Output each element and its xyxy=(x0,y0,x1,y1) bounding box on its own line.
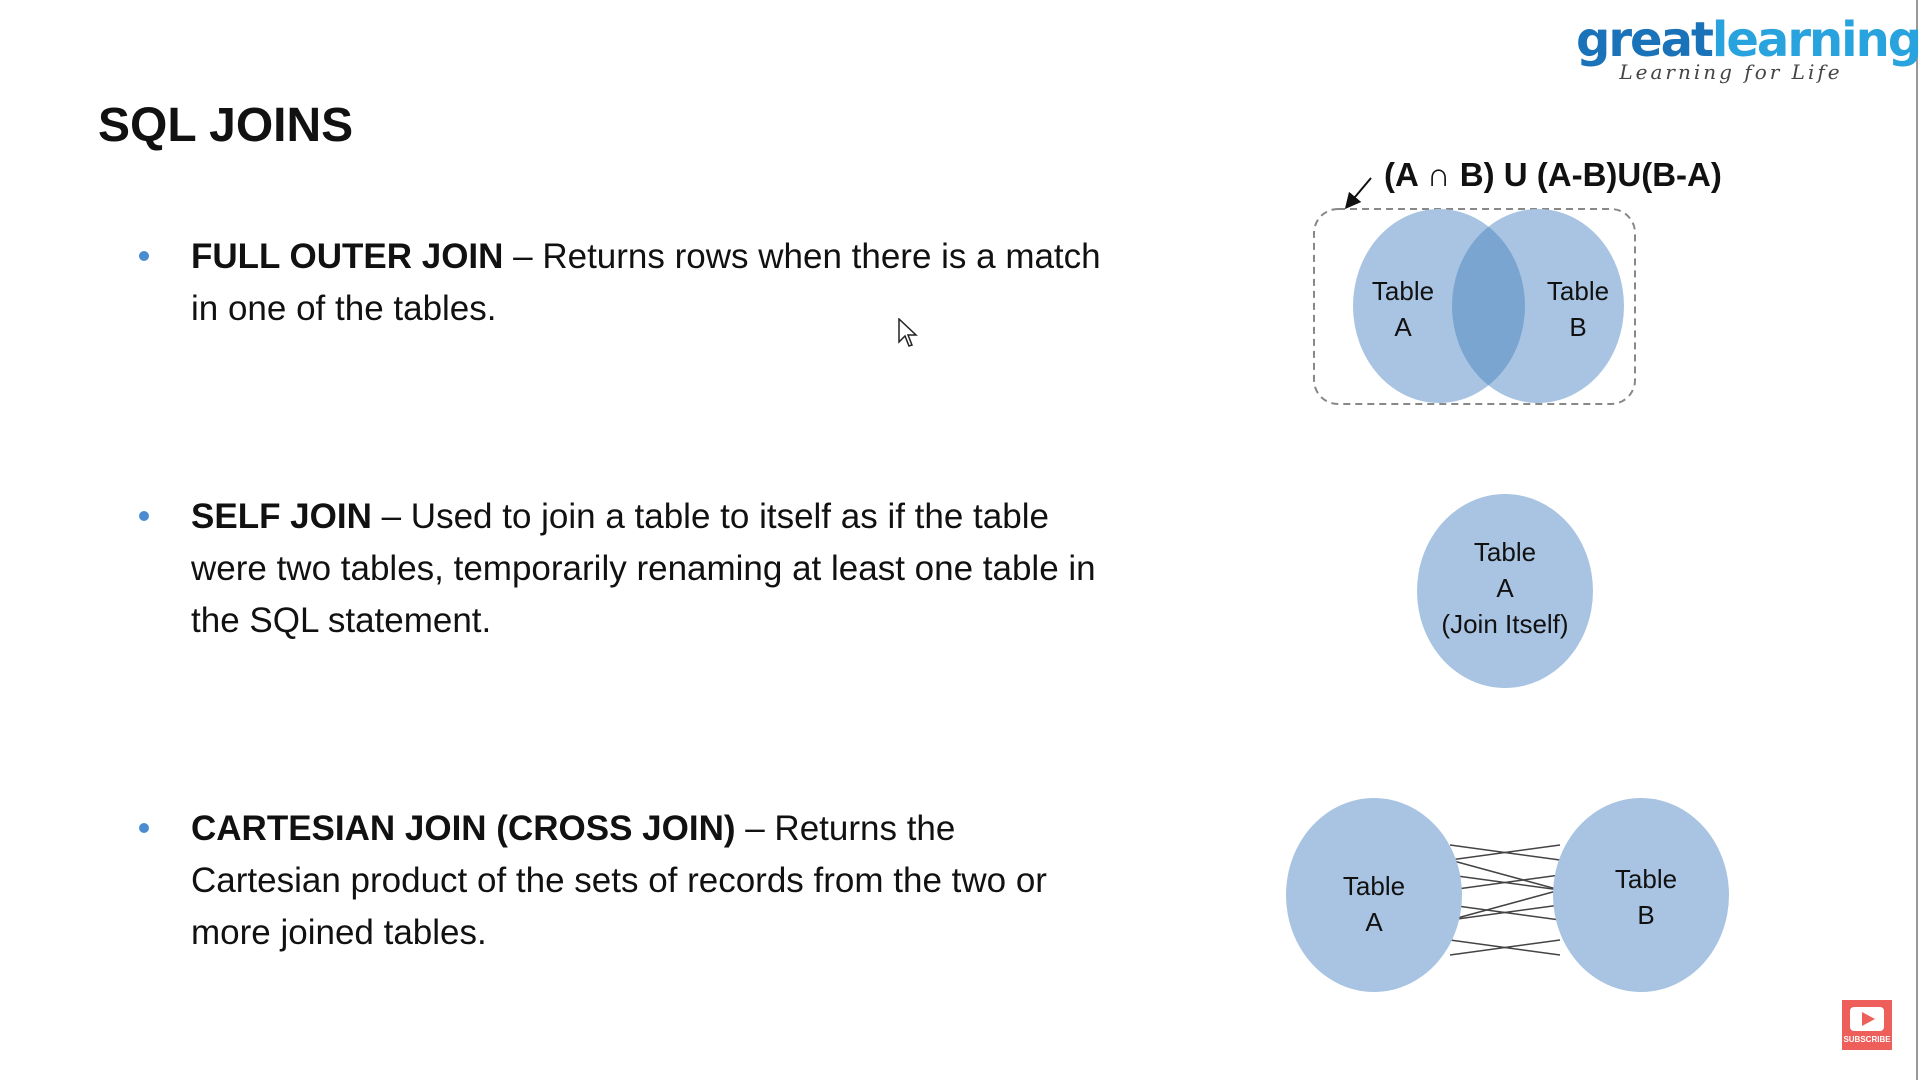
play-icon xyxy=(1850,1007,1884,1031)
subscribe-label: SUBSCRIBE xyxy=(1843,1035,1891,1044)
venn-a-label: A xyxy=(1394,312,1412,342)
cartesian-a-label: Table xyxy=(1343,871,1405,901)
venn-a-label: Table xyxy=(1372,276,1434,306)
self-join-label: A xyxy=(1496,573,1514,603)
venn-b-label: Table xyxy=(1547,276,1609,306)
cartesian-b-label: Table xyxy=(1615,864,1677,894)
formula-arrow xyxy=(1344,177,1372,210)
subscribe-button[interactable]: SUBSCRIBE xyxy=(1842,1000,1892,1050)
self-join-label: (Join Itself) xyxy=(1441,609,1568,639)
mouse-cursor-icon xyxy=(898,317,918,353)
cartesian-b-label: B xyxy=(1637,900,1654,930)
cartesian-lines xyxy=(1449,844,1561,956)
cartesian-table-b xyxy=(1553,798,1729,992)
venn-b-label: B xyxy=(1569,312,1586,342)
self-join-label: Table xyxy=(1474,537,1536,567)
cartesian-a-label: A xyxy=(1365,907,1383,937)
join-diagrams: Table A Table B Table A (Join Itself) Ta… xyxy=(1286,177,1729,992)
